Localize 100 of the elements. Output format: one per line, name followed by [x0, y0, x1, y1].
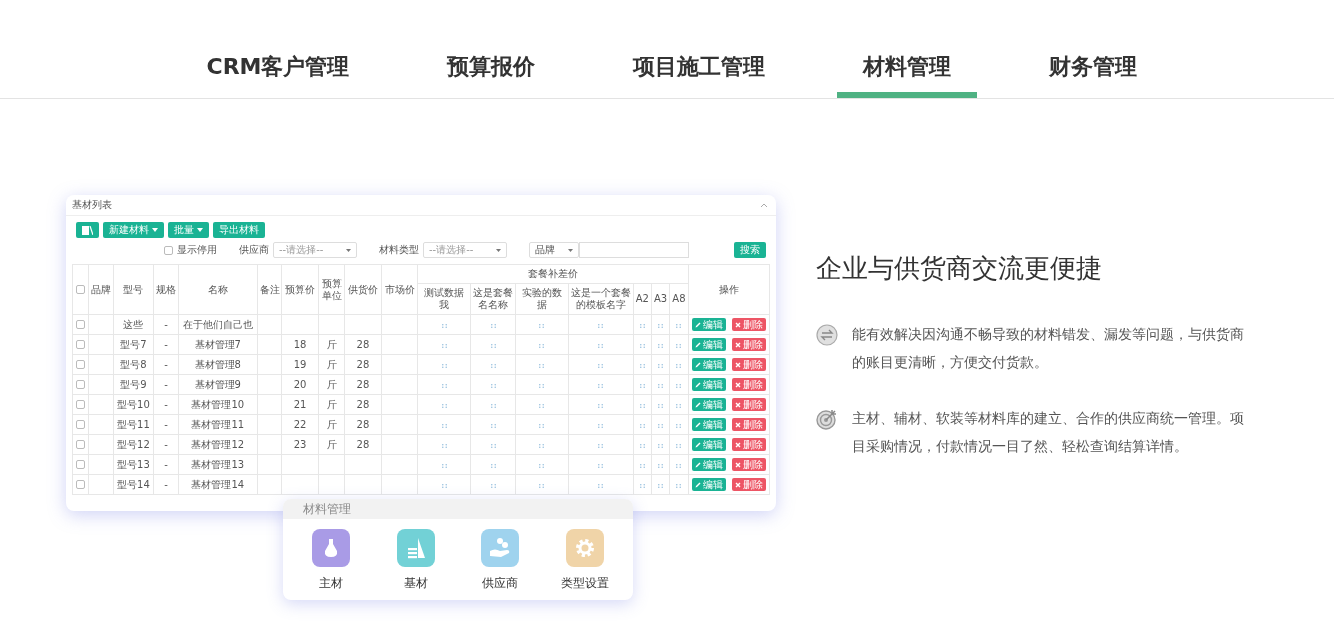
edit-button[interactable]: 编辑	[691, 478, 726, 491]
edit-button[interactable]: 编辑	[691, 438, 726, 451]
edit-button[interactable]: 编辑	[691, 458, 726, 471]
filter-label: 材料类型	[379, 243, 419, 257]
column-header: 品牌	[88, 264, 114, 315]
dots-icon	[441, 483, 447, 488]
edit-button[interactable]: 编辑	[691, 318, 726, 331]
checkbox[interactable]	[76, 400, 86, 409]
delete-button[interactable]: 删除	[731, 378, 766, 391]
dots-icon	[658, 403, 664, 408]
table-cell: 基材管理11	[178, 414, 258, 435]
caret-icon	[152, 228, 158, 232]
delete-button[interactable]: 删除	[731, 458, 766, 471]
shortcut-item[interactable]: 类型设置	[544, 529, 625, 592]
delete-button[interactable]: 删除	[731, 318, 766, 331]
dots-icon	[676, 443, 682, 448]
delete-button[interactable]: 删除	[731, 358, 766, 371]
dots-icon	[639, 343, 645, 348]
table-cell: 型号13	[113, 454, 154, 475]
dots-icon	[539, 323, 545, 328]
dots-icon	[676, 323, 682, 328]
checkbox[interactable]	[76, 420, 86, 429]
table-cell: -	[153, 314, 179, 335]
dots-icon	[490, 383, 496, 388]
dots-icon	[676, 383, 682, 388]
pencil-icon	[694, 341, 701, 348]
column-header: 操作	[688, 264, 770, 315]
type-select[interactable]: --请选择--	[423, 242, 507, 258]
dots-icon	[658, 483, 664, 488]
checkbox[interactable]	[76, 380, 86, 389]
delete-button[interactable]: 删除	[731, 478, 766, 491]
table-cell: 基材管理10	[178, 394, 258, 415]
checkbox[interactable]	[76, 460, 86, 469]
table-cell: 型号12	[113, 434, 154, 455]
table-cell: 斤	[318, 334, 345, 355]
dots-icon	[676, 363, 682, 368]
table-cell: 在于他们自己也	[178, 314, 258, 335]
table-cell: 斤	[318, 374, 345, 395]
column-header: 这是一个套餐的模板名字	[568, 283, 634, 315]
checkbox[interactable]	[76, 340, 86, 349]
dots-icon	[490, 363, 496, 368]
table-cell: 28	[344, 394, 382, 415]
chevron-up-icon[interactable]	[760, 202, 768, 208]
delete-button[interactable]: 删除	[731, 418, 766, 431]
supplier-select[interactable]: --请选择--	[273, 242, 357, 258]
dropdown-button[interactable]: 批量	[168, 222, 209, 238]
dots-icon	[598, 483, 604, 488]
nav-tab[interactable]: CRM客户管理	[180, 52, 376, 98]
close-icon	[734, 321, 741, 328]
close-icon	[734, 421, 741, 428]
table-cell: 19	[281, 354, 319, 375]
table-cell: -	[153, 354, 179, 375]
export-button[interactable]: 导出材料	[213, 222, 265, 238]
edit-button[interactable]: 编辑	[691, 398, 726, 411]
nav-tab[interactable]: 财务管理	[1023, 52, 1164, 98]
table-cell: 斤	[318, 434, 345, 455]
delete-button[interactable]: 删除	[731, 438, 766, 451]
close-icon	[734, 361, 741, 368]
edit-button[interactable]: 编辑	[691, 418, 726, 431]
shortcut-item[interactable]: 主材	[291, 529, 372, 592]
shortcut-item[interactable]: 基材	[375, 529, 456, 592]
table-cell: 基材管理8	[178, 354, 258, 375]
filter-label: 供应商	[239, 243, 269, 257]
dots-icon	[441, 323, 447, 328]
nav-tab[interactable]: 项目施工管理	[607, 52, 792, 98]
dots-icon	[441, 403, 447, 408]
close-icon	[734, 341, 741, 348]
dots-icon	[676, 483, 682, 488]
shortcut-item[interactable]: 供应商	[460, 529, 541, 592]
dots-icon	[539, 443, 545, 448]
close-icon	[734, 381, 741, 388]
edit-button[interactable]: 编辑	[691, 378, 726, 391]
checkbox[interactable]	[76, 480, 86, 489]
column-header: 这是套餐名名称	[470, 283, 516, 315]
checkbox[interactable]	[76, 360, 86, 369]
checkbox[interactable]	[76, 285, 86, 294]
search-field[interactable]	[579, 242, 689, 258]
checkbox[interactable]	[76, 320, 86, 329]
dots-icon	[441, 383, 447, 388]
dropdown-button[interactable]: 新建材料	[103, 222, 164, 238]
edit-button[interactable]: 编辑	[691, 358, 726, 371]
caret-icon	[197, 228, 203, 232]
delete-button[interactable]: 删除	[731, 338, 766, 351]
search-button[interactable]: 搜索	[734, 242, 766, 258]
table-cell: -	[153, 334, 179, 355]
columns-button[interactable]	[76, 222, 99, 238]
table-cell: -	[153, 394, 179, 415]
dots-icon	[441, 363, 447, 368]
dots-icon	[676, 463, 682, 468]
table-cell: 型号14	[113, 474, 154, 495]
delete-button[interactable]: 删除	[731, 398, 766, 411]
dots-icon	[598, 403, 604, 408]
checkbox[interactable]	[76, 440, 86, 449]
edit-button[interactable]: 编辑	[691, 338, 726, 351]
dots-icon	[658, 383, 664, 388]
checkbox[interactable]	[164, 245, 173, 255]
nav-tab[interactable]: 预算报价	[421, 52, 562, 98]
column-header: 市场价	[381, 264, 418, 315]
nav-tab[interactable]: 材料管理	[837, 52, 978, 98]
column-header: 规格	[153, 264, 179, 315]
